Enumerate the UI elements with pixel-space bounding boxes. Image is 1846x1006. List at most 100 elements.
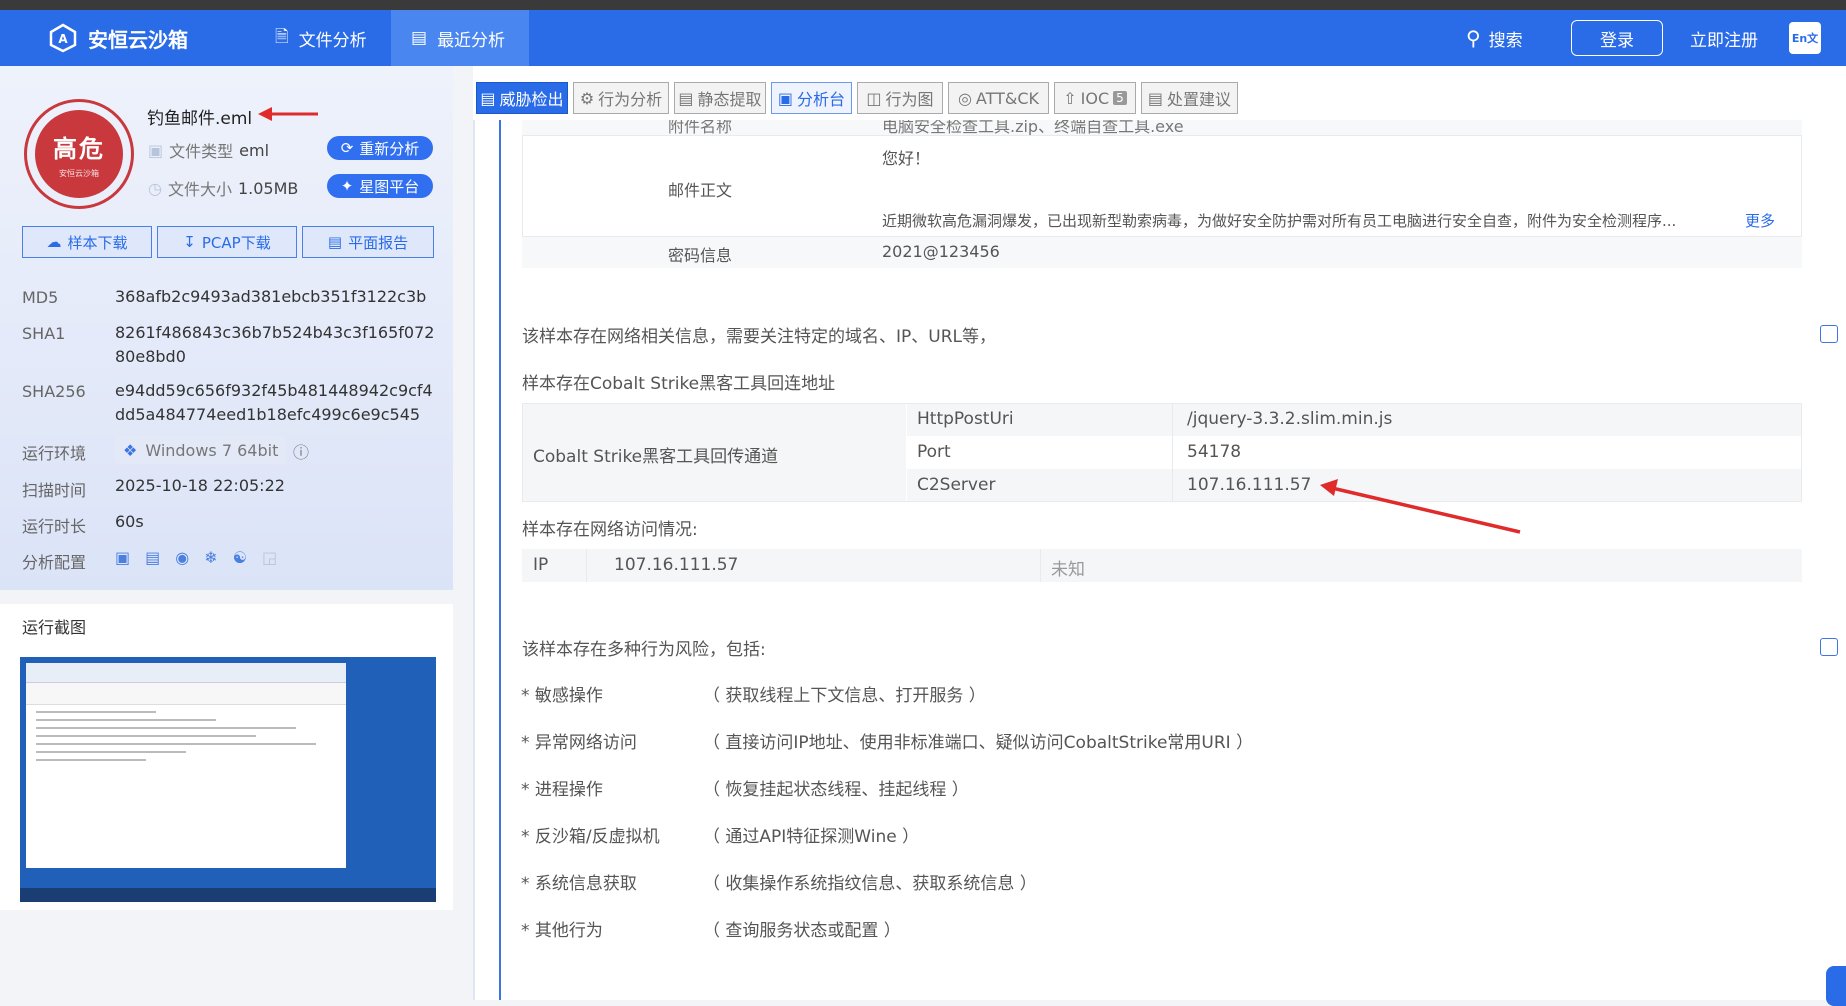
sha256-value: e94dd59c656f932f45b481448942c9cf4dd5a484… xyxy=(115,381,433,424)
scan-time-value: 2025-10-18 22:05:22 xyxy=(115,476,285,495)
file-size-label: 文件大小 xyxy=(167,180,232,199)
brand-logo[interactable]: A 安恒云沙箱 xyxy=(48,22,188,54)
pcap-download-button[interactable]: ↧ PCAP下载 xyxy=(157,226,297,258)
pwd-label: 密码信息 xyxy=(668,246,733,265)
tab-behavior-analysis[interactable]: ⚙ 行为分析 xyxy=(573,82,669,114)
folder-icon: ▣ xyxy=(148,140,164,160)
tab-disposal-advice[interactable]: ▤ 处置建议 xyxy=(1141,82,1238,114)
mask-config-icon[interactable]: ◲ xyxy=(262,548,277,567)
duration-label: 运行时长 xyxy=(22,517,87,536)
file-summary-panel: 高危 安恒云沙箱 钓鱼邮件.eml ▣ 文件类型 eml ◷ 文件大小 1.05… xyxy=(0,66,453,590)
nav-tab-file-label: 文件分析 xyxy=(298,30,367,51)
tab-label: IOC xyxy=(1080,88,1110,108)
seal-subtext: 安恒云沙箱 xyxy=(59,169,99,178)
run-screenshot-panel: 运行截图 xyxy=(0,604,453,910)
flat-report-label: 平面报告 xyxy=(348,233,409,252)
nav-tab-file-analysis[interactable]: 🗎 文件分析 xyxy=(255,10,387,66)
target-icon: ◎ xyxy=(957,88,972,108)
tab-ioc[interactable]: ⇧ IOC 5 xyxy=(1054,82,1136,114)
download-icon: ↧ xyxy=(183,233,196,251)
sample-download-button[interactable]: ☁ 样本下载 xyxy=(22,226,152,258)
timeline-line xyxy=(499,120,501,1000)
tab-label: 行为分析 xyxy=(598,90,663,109)
risk-level: 高危 xyxy=(53,135,105,163)
login-button[interactable]: 登录 xyxy=(1571,20,1663,56)
behavior-name: * 系统信息获取 xyxy=(521,874,637,894)
tab-label: 处置建议 xyxy=(1167,90,1232,109)
cs-channel-label: Cobalt Strike黑客工具回传通道 xyxy=(533,447,779,467)
body-greeting: 您好！ xyxy=(882,149,931,168)
run-screenshot-image[interactable] xyxy=(20,657,436,902)
ip-status: 未知 xyxy=(1051,560,1085,580)
star-platform-button[interactable]: ✦ 星图平台 xyxy=(327,174,433,198)
language-toggle-icon[interactable]: En文 xyxy=(1789,22,1821,54)
config-label: 分析配置 xyxy=(22,553,87,572)
body-label: 邮件正文 xyxy=(668,181,733,200)
cs-row-value: 107.16.111.57 xyxy=(1187,475,1312,495)
flat-report-button[interactable]: ▤ 平面报告 xyxy=(302,226,434,258)
graph-icon: ◫ xyxy=(866,88,882,108)
screenshot-title: 运行截图 xyxy=(22,618,87,637)
tab-attck[interactable]: ◎ ATT&CK xyxy=(948,82,1049,114)
file-size-row: ◷ 文件大小 1.05MB xyxy=(148,176,298,200)
upload-icon: ⇧ xyxy=(1063,88,1077,108)
ioc-count-badge: 5 xyxy=(1113,91,1127,105)
access-title: 样本存在网络访问情况: xyxy=(522,520,698,540)
document-config-icon[interactable]: ▤ xyxy=(145,548,160,567)
behavior-name: * 进程操作 xyxy=(521,780,603,800)
ip-divider-1 xyxy=(586,549,587,582)
behavior-desc: （ 通过API特征探测Wine ） xyxy=(703,827,920,847)
tab-label: 分析台 xyxy=(797,90,846,109)
file-icon: ▤ xyxy=(678,88,694,108)
behavior-desc: （ 查询服务状态或配置 ） xyxy=(703,921,901,941)
analysis-tab-bar: ▤ 威胁检出 ⚙ 行为分析 ▤ 静态提取 ▣ 分析台 ◫ 行为图 ◎ ATT&C… xyxy=(473,66,1846,120)
refresh-icon: ⟳ xyxy=(340,139,354,157)
register-link[interactable]: 立即注册 xyxy=(1690,10,1758,66)
tab-behavior-graph[interactable]: ◫ 行为图 xyxy=(857,82,943,114)
star-platform-label: 星图平台 xyxy=(359,177,420,196)
robot-config-icon[interactable]: ◉ xyxy=(175,548,189,567)
tab-threat-detection[interactable]: ▤ 威胁检出 xyxy=(476,82,568,114)
nav-tab-recent-label: 最近分析 xyxy=(437,30,506,51)
floating-side-button[interactable] xyxy=(1826,966,1846,1006)
nav-tab-recent-analysis[interactable]: ▤ 最近分析 xyxy=(391,10,529,66)
tab-analysis-desk[interactable]: ▣ 分析台 xyxy=(771,82,852,114)
user-config-icon[interactable]: ☯ xyxy=(233,548,247,567)
document-icon: ▤ xyxy=(411,28,428,48)
env-badge: ❖ Windows 7 64bit xyxy=(115,436,287,464)
body-more-link[interactable]: 更多 xyxy=(1745,210,1775,231)
file-type-label: 文件类型 xyxy=(169,142,234,161)
md5-value: 368afb2c9493ad381ebcb351f3122c3b xyxy=(115,287,427,306)
shield-icon: ▤ xyxy=(480,88,496,108)
scan-time-label: 扫描时间 xyxy=(22,481,87,500)
tab-label: ATT&CK xyxy=(975,88,1040,108)
info-icon[interactable]: ⓘ xyxy=(293,439,309,463)
risk-seal: 高危 安恒云沙箱 xyxy=(24,99,134,209)
search-button[interactable]: ⚲ 搜索 xyxy=(1466,10,1523,66)
cs-row-key: C2Server xyxy=(917,475,996,495)
tab-label: 静态提取 xyxy=(697,90,762,109)
cs-row-key: HttpPostUri xyxy=(917,409,1014,429)
file-name: 钓鱼邮件.eml xyxy=(147,109,253,129)
tab-static-extraction[interactable]: ▤ 静态提取 xyxy=(674,82,766,114)
snowflake-config-icon[interactable]: ❄ xyxy=(204,548,217,567)
file-upload-icon: 🗎 xyxy=(275,26,289,47)
red-arrow-annotation xyxy=(1320,479,1521,534)
cs-row-value: 54178 xyxy=(1187,442,1242,462)
network-detail-icon[interactable] xyxy=(1820,325,1838,343)
cs-col-divider xyxy=(1172,404,1173,501)
network-config-icon[interactable]: ▣ xyxy=(115,548,130,567)
cs-row-value: /jquery-3.3.2.slim.min.js xyxy=(1187,409,1393,429)
behavior-desc: （ 获取线程上下文信息、打开服务 ） xyxy=(703,686,986,706)
behavior-intro: 该样本存在多种行为风险，包括: xyxy=(522,640,766,660)
red-arrow-annotation xyxy=(258,107,318,121)
reanalyze-button[interactable]: ⟳ 重新分析 xyxy=(327,136,433,160)
behavior-name: * 反沙箱/反虚拟机 xyxy=(521,827,660,847)
monitor-icon: ▣ xyxy=(777,88,794,108)
sha1-value: 8261f486843c36b7b524b43c3f165f07280e8bd0 xyxy=(115,323,435,366)
behavior-detail-icon[interactable] xyxy=(1820,638,1838,656)
reanalyze-label: 重新分析 xyxy=(359,139,420,158)
top-nav: A 安恒云沙箱 🗎 文件分析 ▤ 最近分析 ⚲ 搜索 登录 立即注册 En文 xyxy=(0,10,1846,66)
behavior-name: * 敏感操作 xyxy=(521,686,603,706)
cs-row-key: Port xyxy=(917,442,951,462)
